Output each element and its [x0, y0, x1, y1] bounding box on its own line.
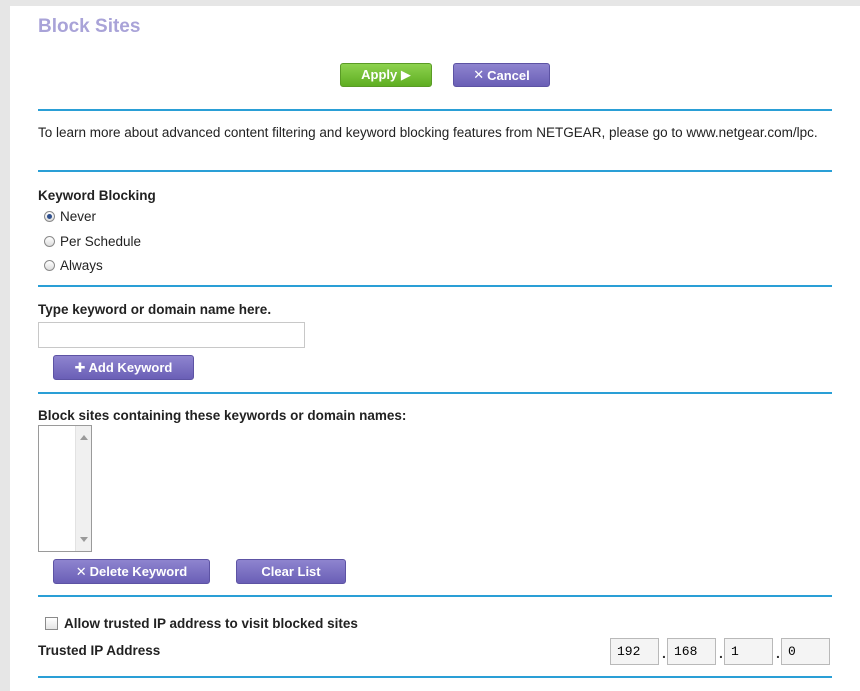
delete-keyword-button[interactable]: ✕ Delete Keyword [53, 559, 210, 584]
section-divider [38, 676, 832, 678]
scroll-down-icon[interactable] [80, 537, 88, 542]
ip-octet-1[interactable] [610, 638, 659, 665]
clear-list-button[interactable]: Clear List [236, 559, 346, 584]
clear-list-label: Clear List [261, 564, 321, 579]
trusted-ip-checkbox-label: Allow trusted IP address to visit blocke… [64, 616, 358, 631]
ip-octet-4[interactable] [781, 638, 830, 665]
apply-button-label: Apply ▶ [361, 67, 411, 82]
delete-keyword-label: Delete Keyword [89, 564, 188, 579]
info-text: To learn more about advanced content fil… [38, 125, 818, 140]
keyword-input-label: Type keyword or domain name here. [38, 302, 272, 317]
ip-octet-2[interactable] [667, 638, 716, 665]
add-keyword-label: Add Keyword [88, 360, 173, 375]
block-sites-panel: Block Sites Apply ▶ ✕ Cancel To learn mo… [10, 6, 860, 691]
keyword-listbox[interactable] [38, 425, 92, 552]
radio-never-label: Never [60, 209, 97, 224]
trusted-ip-label: Trusted IP Address [38, 643, 161, 658]
radio-always-button[interactable] [44, 260, 55, 271]
radio-never[interactable]: Never [44, 209, 96, 224]
section-divider [38, 170, 832, 172]
ip-separator: . [719, 645, 723, 661]
keyword-input[interactable] [38, 322, 305, 348]
radio-per-schedule[interactable]: Per Schedule [44, 234, 141, 249]
cancel-button-label: Cancel [487, 67, 530, 83]
radio-always[interactable]: Always [44, 258, 103, 273]
ip-octet-3[interactable] [724, 638, 773, 665]
block-list-label: Block sites containing these keywords or… [38, 408, 407, 423]
close-icon: ✕ [75, 563, 87, 579]
ip-separator: . [776, 645, 780, 661]
section-divider [38, 109, 832, 111]
page-title: Block Sites [38, 16, 141, 37]
apply-button[interactable]: Apply ▶ [340, 63, 432, 87]
radio-per-schedule-button[interactable] [44, 236, 55, 247]
plus-icon: ✚ [74, 359, 86, 375]
scroll-up-icon[interactable] [80, 435, 88, 440]
trusted-ip-checkbox[interactable] [45, 617, 58, 630]
close-icon: ✕ [473, 67, 485, 82]
keyword-blocking-label: Keyword Blocking [38, 188, 156, 203]
section-divider [38, 392, 832, 394]
radio-always-label: Always [60, 258, 103, 273]
ip-separator: . [662, 645, 666, 661]
section-divider [38, 285, 832, 287]
add-keyword-button[interactable]: ✚ Add Keyword [53, 355, 194, 380]
listbox-scrollbar[interactable] [75, 426, 91, 551]
radio-never-button[interactable] [44, 211, 55, 222]
section-divider [38, 595, 832, 597]
cancel-button[interactable]: ✕ Cancel [453, 63, 550, 87]
radio-per-schedule-label: Per Schedule [60, 234, 142, 249]
